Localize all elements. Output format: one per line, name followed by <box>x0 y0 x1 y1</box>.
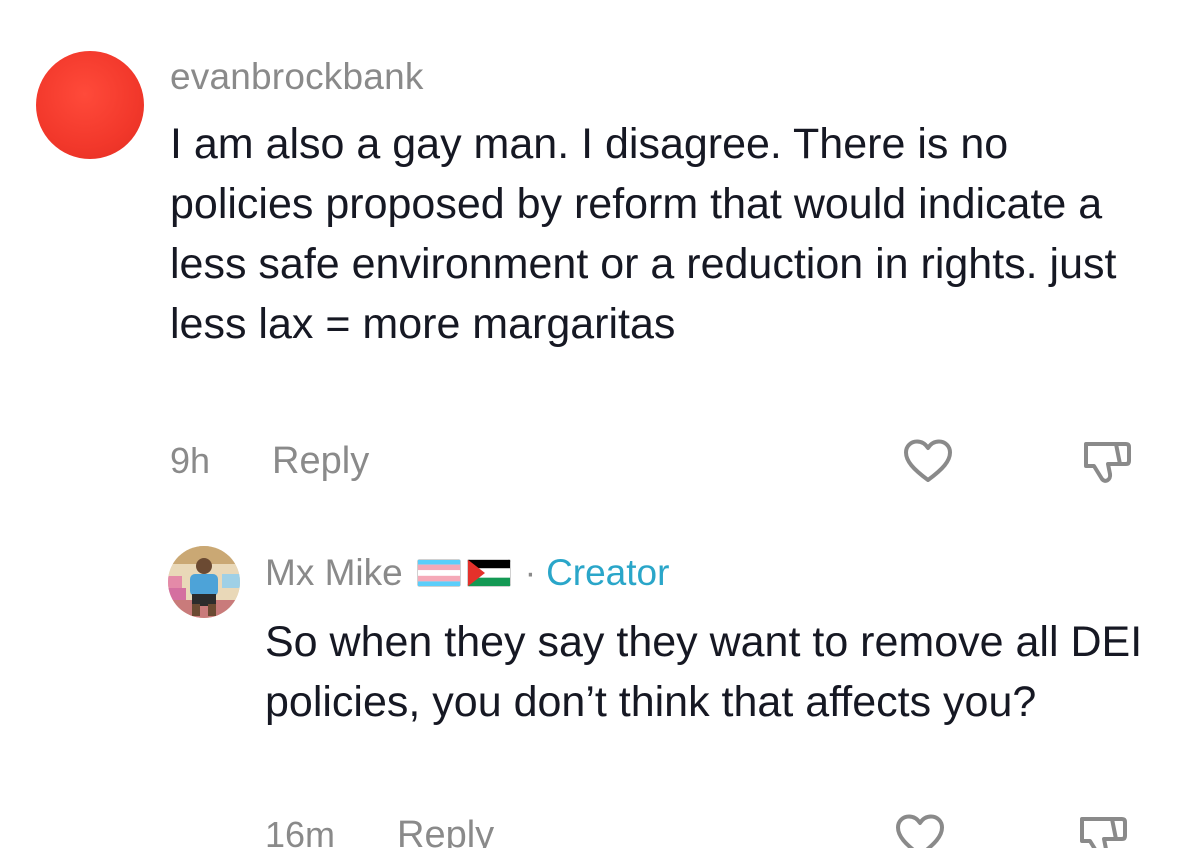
comment-meta: 16m Reply <box>265 810 494 848</box>
reply-button[interactable]: Reply <box>397 814 494 848</box>
comment-meta: 9h Reply <box>170 436 369 486</box>
reply-button[interactable]: Reply <box>272 440 369 483</box>
reply-header: Mx Mike · Creator <box>265 550 669 596</box>
comment-item: evanbrockbank I am also a gay man. I dis… <box>0 0 1179 520</box>
creator-badge: Creator <box>546 552 670 593</box>
comment-text: I am also a gay man. I disagree. There i… <box>170 120 1117 348</box>
heart-outline-icon[interactable] <box>895 812 945 848</box>
comment-username[interactable]: Mx Mike <box>265 552 403 594</box>
comment-timestamp: 16m <box>265 814 336 848</box>
separator-dot: · <box>524 553 537 592</box>
transgender-flag-icon <box>416 559 461 587</box>
flag-group <box>416 559 517 587</box>
comment-text: So when they say they want to remove all… <box>265 618 1143 726</box>
heart-outline-icon[interactable] <box>903 437 953 487</box>
reply-comment-item: Mx Mike · Creator So when they say they … <box>0 520 1179 848</box>
comments-panel: evanbrockbank I am also a gay man. I dis… <box>0 0 1179 848</box>
avatar[interactable] <box>168 546 240 618</box>
avatar[interactable] <box>36 51 144 159</box>
thumbs-down-outline-icon[interactable] <box>1076 809 1130 848</box>
thumbs-down-outline-icon[interactable] <box>1080 434 1134 488</box>
comment-timestamp: 9h <box>170 440 211 481</box>
comment-username[interactable]: evanbrockbank <box>170 56 424 98</box>
palestine-flag-icon <box>466 559 511 587</box>
